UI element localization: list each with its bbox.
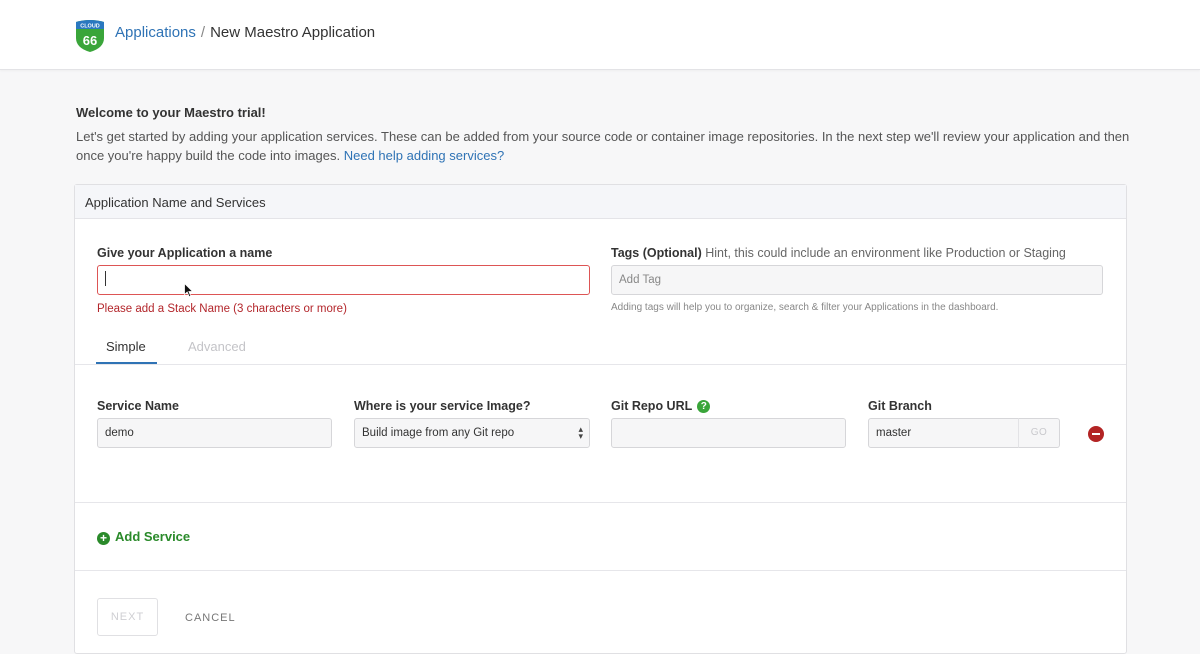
git-branch-label: Git Branch bbox=[868, 399, 932, 413]
actions-divider bbox=[75, 570, 1126, 571]
breadcrumb-separator: / bbox=[200, 24, 206, 41]
help-adding-services-link[interactable]: Need help adding services? bbox=[344, 148, 504, 163]
select-arrows-icon: ▴ ▾ bbox=[578, 424, 583, 441]
tags-hint: Hint, this could include an environment … bbox=[705, 246, 1066, 260]
services-divider bbox=[75, 502, 1126, 503]
service-image-select[interactable]: Build image from any Git repo ▴ ▾ bbox=[354, 418, 590, 448]
text-caret bbox=[105, 271, 106, 286]
cloud66-logo[interactable]: CLOUD 66 bbox=[74, 18, 106, 52]
app-name-error: Please add a Stack Name (3 characters or… bbox=[97, 303, 347, 315]
mouse-pointer-icon bbox=[184, 283, 194, 298]
tab-advanced[interactable]: Advanced bbox=[188, 339, 246, 354]
git-repo-url-label-text: Git Repo URL bbox=[611, 399, 693, 413]
git-repo-url-input[interactable] bbox=[611, 418, 846, 448]
git-branch-input[interactable] bbox=[868, 418, 1019, 448]
tab-simple[interactable]: Simple bbox=[106, 339, 146, 354]
add-service-button[interactable]: + Add Service bbox=[97, 529, 190, 545]
welcome-title: Welcome to your Maestro trial! bbox=[76, 105, 266, 120]
intro-paragraph: Let's get started by adding your applica… bbox=[76, 129, 1130, 163]
tags-label: Tags (Optional) Hint, this could include… bbox=[611, 246, 1066, 260]
top-bar: CLOUD 66 Applications / New Maestro Applic… bbox=[0, 0, 1200, 70]
question-help-icon[interactable]: ? bbox=[697, 400, 711, 413]
app-name-label: Give your Application a name bbox=[97, 246, 273, 260]
tags-help-text: Adding tags will help you to organize, s… bbox=[611, 302, 999, 313]
breadcrumb: Applications / New Maestro Application bbox=[115, 24, 375, 42]
service-name-input[interactable] bbox=[97, 418, 332, 448]
service-image-value: Build image from any Git repo bbox=[362, 427, 515, 439]
tags-input[interactable] bbox=[611, 265, 1103, 295]
git-branch-go-button[interactable]: GO bbox=[1018, 418, 1060, 448]
service-name-label: Service Name bbox=[97, 399, 180, 413]
svg-text:CLOUD: CLOUD bbox=[80, 24, 100, 30]
cancel-button[interactable]: CANCEL bbox=[185, 612, 236, 624]
breadcrumb-current: New Maestro Application bbox=[210, 24, 376, 41]
next-button[interactable]: NEXT bbox=[97, 598, 158, 636]
git-repo-url-label: Git Repo URL? bbox=[611, 399, 711, 413]
tags-label-text: Tags (Optional) bbox=[611, 246, 702, 260]
app-name-input[interactable] bbox=[97, 265, 590, 295]
breadcrumb-applications-link[interactable]: Applications bbox=[115, 24, 196, 41]
remove-service-icon[interactable] bbox=[1088, 426, 1104, 442]
service-image-label: Where is your service Image? bbox=[354, 399, 531, 413]
add-service-label: Add Service bbox=[115, 529, 191, 544]
intro-text: Let's get started by adding your applica… bbox=[76, 127, 1136, 165]
tabs-divider bbox=[75, 364, 1126, 365]
panel-title: Application Name and Services bbox=[75, 185, 1126, 219]
svg-text:66: 66 bbox=[83, 33, 97, 48]
plus-circle-icon: + bbox=[97, 532, 110, 545]
